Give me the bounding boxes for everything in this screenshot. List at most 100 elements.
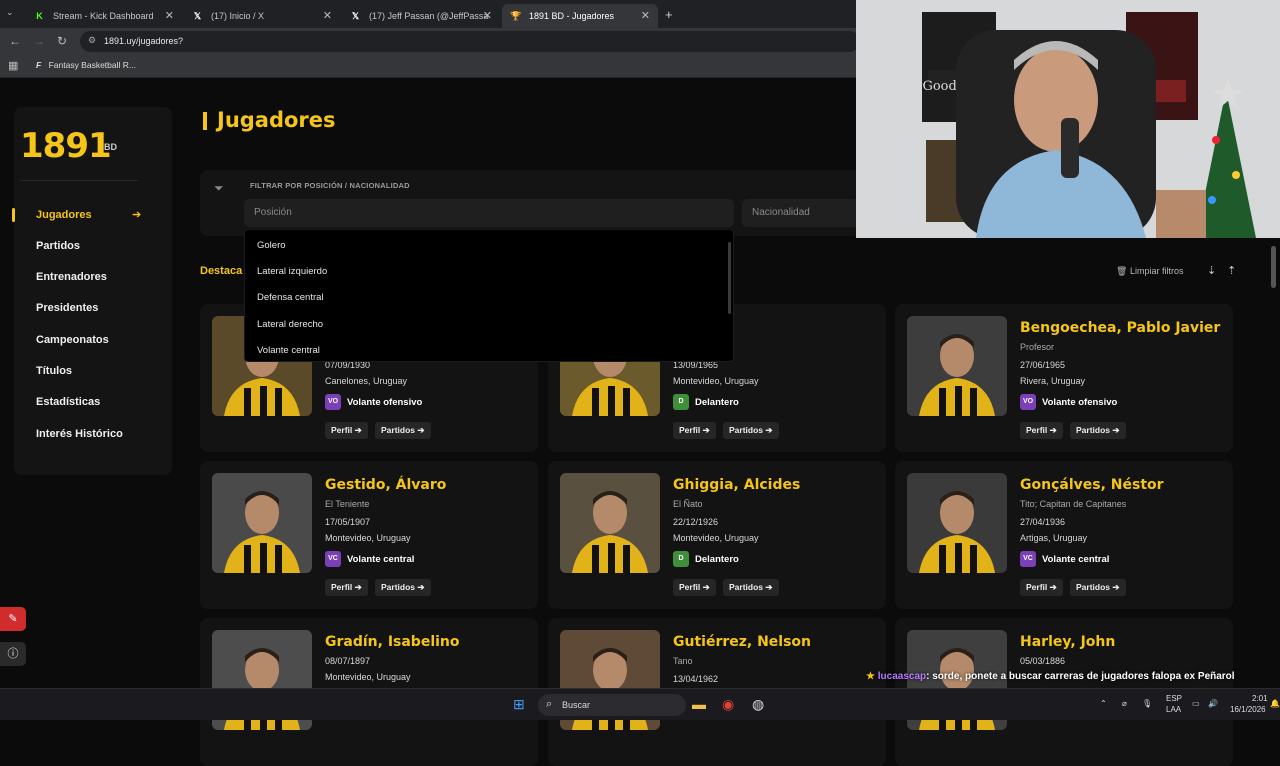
reload-icon[interactable]: ↻	[57, 34, 67, 48]
player-name[interactable]: Gutiérrez, Nelson	[673, 634, 811, 650]
matches-button[interactable]: Partidos ➔	[723, 579, 779, 596]
player-name[interactable]: Ghiggia, Alcides	[673, 477, 800, 493]
clock-time[interactable]: 2:01	[1252, 694, 1268, 703]
player-name[interactable]: Gonçálves, Néstor	[1020, 477, 1164, 493]
tab-kick[interactable]: K Stream - Kick Dashboard ✕	[26, 4, 182, 28]
player-photo[interactable]	[907, 316, 1007, 416]
chrome-icon[interactable]: ◉	[722, 696, 734, 713]
profile-button[interactable]: Perfil ➔	[325, 422, 368, 439]
page-title: Jugadores	[217, 108, 336, 132]
player-position: Delantero	[695, 397, 739, 408]
sort-desc-icon[interactable]: ⇣	[1207, 264, 1216, 277]
profile-button[interactable]: Perfil ➔	[325, 579, 368, 596]
close-icon[interactable]: ✕	[483, 9, 492, 22]
option-lateral-derecho[interactable]: Lateral derecho	[257, 319, 323, 330]
profile-button[interactable]: Perfil ➔	[673, 579, 716, 596]
display-icon[interactable]: ▭	[1192, 699, 1200, 708]
position-badge: VC	[325, 551, 341, 567]
clear-filters-label: Limpiar filtros	[1129, 266, 1184, 276]
site-info-icon[interactable]: ⚙	[88, 35, 96, 46]
tray-chevron-icon[interactable]: ⌃	[1100, 699, 1107, 708]
search-label: Buscar	[562, 700, 591, 710]
taskbar-search[interactable]: ⌕ Buscar	[538, 694, 686, 716]
windows-start-icon[interactable]: ⊞	[513, 696, 525, 713]
apps-grid-icon[interactable]: ▦	[8, 59, 18, 72]
sidebar-item-entrenadores[interactable]: Entrenadores	[36, 271, 107, 283]
player-name[interactable]: Gradín, Isabelino	[325, 634, 460, 650]
app-icon[interactable]: ◍	[752, 696, 764, 713]
notification-icon[interactable]: 🔔	[1270, 699, 1280, 708]
matches-button[interactable]: Partidos ➔	[1070, 579, 1126, 596]
player-photo[interactable]	[560, 473, 660, 573]
position-dropdown: Golero Lateral izquierdo Defensa central…	[244, 229, 734, 362]
taskbar: ⊞ ⌕ Buscar ▬ ◉ ◍ ⌃ ⌀ 🎙 ESP LAA ▭ 🔊 2:01 …	[0, 688, 1280, 720]
option-golero[interactable]: Golero	[257, 240, 286, 251]
player-nickname: El Ñato	[673, 499, 703, 509]
section-label: Destaca	[200, 265, 243, 277]
matches-button[interactable]: Partidos ➔	[375, 422, 431, 439]
matches-button[interactable]: Partidos ➔	[375, 579, 431, 596]
position-badge: VO	[1020, 394, 1036, 410]
option-volante-central[interactable]: Volante central	[257, 345, 320, 356]
player-name[interactable]: Gestido, Álvaro	[325, 477, 446, 493]
sidebar-item-campeonatos[interactable]: Campeonatos	[36, 334, 109, 346]
sidebar-item-presidentes[interactable]: Presidentes	[36, 302, 98, 314]
matches-button[interactable]: Partidos ➔	[1070, 422, 1126, 439]
sidebar-item-partidos[interactable]: Partidos	[36, 240, 80, 252]
profile-button[interactable]: Perfil ➔	[1020, 422, 1063, 439]
tab-title: (17) Jeff Passan (@JeffPassan) /	[369, 11, 489, 21]
clear-filters-button[interactable]: 🗑 Limpiar filtros	[1116, 266, 1183, 277]
profile-button[interactable]: Perfil ➔	[1020, 579, 1063, 596]
chat-username: lucaascap	[877, 671, 927, 682]
player-birthplace: Rivera, Uruguay	[1020, 376, 1086, 386]
player-birthplace: Montevideo, Uruguay	[673, 533, 759, 543]
sort-asc-icon[interactable]: ⇡	[1227, 264, 1236, 277]
mic-icon[interactable]: 🎙	[1142, 699, 1152, 708]
nationality-select[interactable]: Nacionalidad	[742, 199, 860, 227]
back-icon[interactable]: ←	[9, 34, 21, 48]
language-indicator[interactable]: ESP	[1166, 694, 1182, 703]
player-nickname: Tano	[673, 656, 693, 666]
page-scrollbar[interactable]	[1271, 246, 1276, 288]
player-photo[interactable]	[212, 473, 312, 573]
bookmark-fantasy-basketball[interactable]: F Fantasy Basketball R...	[36, 60, 136, 70]
tab-1891bd[interactable]: 🏆 1891 BD - Jugadores ✕	[502, 4, 658, 28]
player-name[interactable]: Harley, John	[1020, 634, 1115, 650]
player-card[interactable]: Gonçálves, Néstor Tito; Capitan de Capita…	[895, 461, 1233, 609]
stream-chat-message: ★ lucaascap: sorde, ponete a buscar carr…	[866, 671, 1235, 682]
player-card[interactable]: Gestido, Álvaro El Teniente 17/05/1907 Mont…	[200, 461, 538, 609]
player-nickname: Tito; Capitan de Capitanes	[1020, 499, 1127, 509]
close-icon[interactable]: ✕	[323, 9, 332, 22]
sidebar-item-titulos[interactable]: Títulos	[36, 365, 72, 377]
sidebar-item-interes-historico[interactable]: Interés Histórico	[36, 428, 123, 440]
edit-icon[interactable]: ✎	[0, 607, 26, 631]
file-explorer-icon[interactable]: ▬	[692, 696, 706, 712]
player-card[interactable]: Ghiggia, Alcides El Ñato 22/12/1926 Montevi…	[548, 461, 886, 609]
profile-button[interactable]: Perfil ➔	[673, 422, 716, 439]
player-position: Volante central	[1042, 554, 1110, 565]
new-tab-button[interactable]: +	[665, 7, 673, 22]
player-card[interactable]: Bengoechea, Pablo Javier Profesor 27/06/19…	[895, 304, 1233, 452]
tab-search-icon[interactable]: ⌄	[6, 7, 14, 18]
dropdown-scrollbar[interactable]	[728, 242, 731, 314]
trash-icon: 🗑	[1116, 266, 1130, 276]
sidebar-item-jugadores[interactable]: Jugadores	[36, 209, 92, 221]
tab-x-passan[interactable]: 𝕏 (17) Jeff Passan (@JeffPassan) / ✕	[342, 4, 500, 28]
close-icon[interactable]: ✕	[641, 9, 650, 22]
forward-icon[interactable]: →	[33, 34, 45, 48]
tab-x-inicio[interactable]: 𝕏 (17) Inicio / X ✕	[184, 4, 340, 28]
position-select[interactable]: Posición	[244, 199, 734, 227]
matches-button[interactable]: Partidos ➔	[723, 422, 779, 439]
volume-icon[interactable]: 🔊	[1208, 699, 1218, 708]
url-field[interactable]: ⚙ 1891.uy/jugadores?	[80, 31, 860, 52]
player-photo[interactable]	[907, 473, 1007, 573]
sidebar-item-estadisticas[interactable]: Estadísticas	[36, 396, 100, 408]
option-defensa-central[interactable]: Defensa central	[257, 292, 324, 303]
player-name[interactable]: Bengoechea, Pablo Javier	[1020, 320, 1220, 336]
close-icon[interactable]: ✕	[165, 9, 174, 22]
site-logo[interactable]: 1891	[20, 126, 112, 166]
player-position: Volante ofensivo	[1042, 397, 1118, 408]
network-icon[interactable]: ⌀	[1122, 699, 1127, 708]
option-lateral-izquierdo[interactable]: Lateral izquierdo	[257, 266, 327, 277]
info-icon[interactable]: ⓘ	[0, 642, 26, 666]
